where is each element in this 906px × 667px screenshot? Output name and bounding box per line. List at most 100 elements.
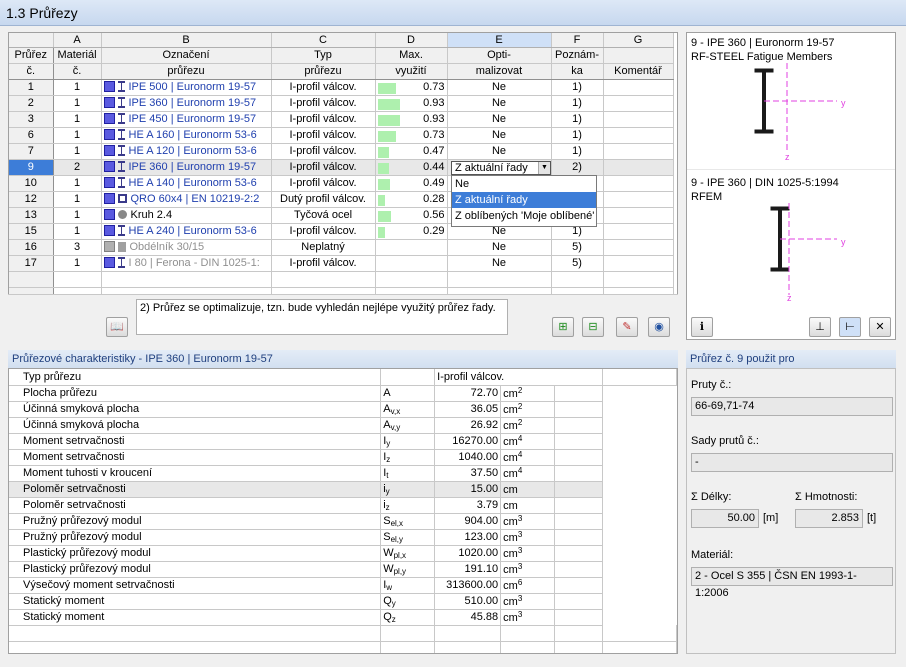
note-cell[interactable]: 5): [551, 239, 604, 256]
material-cell[interactable]: 1: [53, 175, 102, 192]
property-row[interactable]: Účinná smyková plocha Av,x 36.05 cm2: [9, 401, 677, 418]
section-name-cell[interactable]: HE A 160 | Euronorm 53-6: [101, 127, 272, 144]
comment-cell[interactable]: [603, 95, 674, 112]
row-number-cell[interactable]: 7: [9, 143, 54, 160]
chevron-down-icon[interactable]: ▼: [538, 162, 550, 174]
material-cell[interactable]: 1: [53, 223, 102, 240]
property-row[interactable]: Moment setrvačnosti Iz 1040.00 cm4: [9, 449, 677, 466]
section-type-cell[interactable]: I-profil válcov.: [271, 127, 376, 144]
section-type-cell[interactable]: I-profil válcov.: [271, 143, 376, 160]
info-icon[interactable]: ℹ: [691, 317, 713, 337]
comment-cell[interactable]: [603, 127, 674, 144]
section-type-cell[interactable]: Tyčová ocel: [271, 207, 376, 224]
property-row[interactable]: Typ průřezu I-profil válcov.: [9, 369, 677, 386]
row-number-cell[interactable]: 12: [9, 191, 54, 208]
comment-cell[interactable]: [603, 239, 674, 256]
row-number-cell[interactable]: 6: [9, 127, 54, 144]
dropdown-option[interactable]: Ne: [452, 176, 596, 192]
property-row[interactable]: Plastický průřezový modul Wpl,x 1020.00 cm3: [9, 545, 677, 562]
optimize-cell[interactable]: Ne: [447, 255, 552, 272]
column-letter-b[interactable]: B: [101, 33, 272, 48]
note-cell[interactable]: 1): [551, 111, 604, 128]
property-row[interactable]: Statický moment Qz 45.88 cm3: [9, 609, 677, 626]
dropdown-option[interactable]: Z aktuální řady: [452, 192, 596, 208]
optimize-cell[interactable]: Ne: [447, 239, 552, 256]
excel-export-icon[interactable]: ⊞: [552, 317, 574, 337]
property-row[interactable]: Účinná smyková plocha Av,y 26.92 cm2: [9, 417, 677, 434]
optimize-cell[interactable]: Ne: [447, 95, 552, 112]
section-type-cell[interactable]: I-profil válcov.: [271, 159, 376, 176]
optimize-cell[interactable]: Ne: [447, 111, 552, 128]
column-letter-c[interactable]: C: [271, 33, 376, 48]
comment-cell[interactable]: [603, 175, 674, 192]
corner-cell[interactable]: [9, 33, 54, 48]
row-number-cell[interactable]: 13: [9, 207, 54, 224]
note-cell[interactable]: 1): [551, 143, 604, 160]
book-icon[interactable]: 📖: [106, 317, 128, 337]
section-name-cell[interactable]: HE A 240 | Euronorm 53-6: [101, 223, 272, 240]
section-type-cell[interactable]: Neplatný: [271, 239, 376, 256]
comment-cell[interactable]: [603, 223, 674, 240]
material-cell[interactable]: 1: [53, 95, 102, 112]
optimize-dropdown-list[interactable]: Ne Z aktuální řady Z oblíbených 'Moje oblí…: [451, 175, 597, 227]
note-cell[interactable]: 5): [551, 255, 604, 272]
section-name-cell[interactable]: I 80 | Ferona - DIN 1025-1:: [101, 255, 272, 272]
comment-cell[interactable]: [603, 159, 674, 176]
row-number-cell[interactable]: 2: [9, 95, 54, 112]
material-cell[interactable]: 1: [53, 127, 102, 144]
column-letter-g[interactable]: G: [603, 33, 674, 48]
property-row[interactable]: Výsečový moment setrvačnosti Iw 313600.00 c…: [9, 577, 677, 594]
optimize-combo[interactable]: Z aktuální řady ▼: [451, 161, 551, 175]
table-row[interactable]: 17 1 I 80 | Ferona - DIN 1025-1: I-profil v…: [9, 255, 674, 272]
pick-section-icon[interactable]: ✎: [616, 317, 638, 337]
section-name-cell[interactable]: HE A 120 | Euronorm 53-6: [101, 143, 272, 160]
dropdown-option[interactable]: Z oblíbených 'Moje oblíbené': [452, 208, 596, 224]
comment-cell[interactable]: [603, 143, 674, 160]
axes-icon[interactable]: ⊢: [839, 317, 861, 337]
section-name-cell[interactable]: IPE 360 | Euronorm 19-57: [101, 95, 272, 112]
material-cell[interactable]: 1: [53, 255, 102, 272]
comment-cell[interactable]: [603, 255, 674, 272]
property-row[interactable]: Moment tuhosti v kroucení It 37.50 cm4: [9, 465, 677, 482]
table-row[interactable]: 1 1 IPE 500 | Euronorm 19-57 I-profil válco…: [9, 79, 674, 96]
row-number-cell[interactable]: 17: [9, 255, 54, 272]
table-row[interactable]: 9 2 IPE 360 | Euronorm 19-57 I-profil válco…: [9, 159, 674, 176]
section-type-cell[interactable]: Dutý profil válcov.: [271, 191, 376, 208]
section-name-cell[interactable]: Kruh 2.4: [101, 207, 272, 224]
comment-cell[interactable]: [603, 207, 674, 224]
section-type-cell[interactable]: I-profil válcov.: [271, 223, 376, 240]
material-cell[interactable]: 1: [53, 143, 102, 160]
comment-cell[interactable]: [603, 191, 674, 208]
row-number-cell[interactable]: 9: [9, 159, 54, 176]
section-name-cell[interactable]: IPE 450 | Euronorm 19-57: [101, 111, 272, 128]
excel-import-icon[interactable]: ⊟: [582, 317, 604, 337]
property-row[interactable]: Plastický průřezový modul Wpl,y 191.10 cm3: [9, 561, 677, 578]
property-row[interactable]: Poloměr setrvačnosti iz 3.79 cm: [9, 497, 677, 514]
optimize-cell[interactable]: Ne: [447, 143, 552, 160]
column-letter-f[interactable]: F: [551, 33, 604, 48]
property-row[interactable]: Plocha průřezu A 72.70 cm2: [9, 385, 677, 402]
row-number-cell[interactable]: 15: [9, 223, 54, 240]
material-cell[interactable]: 1: [53, 111, 102, 128]
table-row[interactable]: 7 1 HE A 120 | Euronorm 53-6 I-profil válco…: [9, 143, 674, 160]
property-row[interactable]: Moment setrvačnosti Iy 16270.00 cm4: [9, 433, 677, 450]
section-type-cell[interactable]: I-profil válcov.: [271, 111, 376, 128]
column-letter-e[interactable]: E: [447, 33, 552, 48]
column-letter-d[interactable]: D: [375, 33, 448, 48]
section-name-cell[interactable]: HE A 140 | Euronorm 53-6: [101, 175, 272, 192]
section-name-cell[interactable]: Obdélník 30/15: [101, 239, 272, 256]
comment-cell[interactable]: [603, 111, 674, 128]
optimize-cell[interactable]: Ne: [447, 127, 552, 144]
material-cell[interactable]: 1: [53, 191, 102, 208]
optimize-cell[interactable]: Ne: [447, 79, 552, 96]
property-row[interactable]: Statický moment Qy 510.00 cm3: [9, 593, 677, 610]
section-name-cell[interactable]: IPE 360 | Euronorm 19-57: [101, 159, 272, 176]
table-row[interactable]: 3 1 IPE 450 | Euronorm 19-57 I-profil válco…: [9, 111, 674, 128]
section-type-cell[interactable]: I-profil válcov.: [271, 255, 376, 272]
table-row[interactable]: 2 1 IPE 360 | Euronorm 19-57 I-profil válco…: [9, 95, 674, 112]
table-row[interactable]: 6 1 HE A 160 | Euronorm 53-6 I-profil válco…: [9, 127, 674, 144]
section-type-cell[interactable]: I-profil válcov.: [271, 79, 376, 96]
comment-cell[interactable]: [603, 79, 674, 96]
stress-points-icon[interactable]: ✕: [869, 317, 891, 337]
section-type-cell[interactable]: I-profil válcov.: [271, 95, 376, 112]
